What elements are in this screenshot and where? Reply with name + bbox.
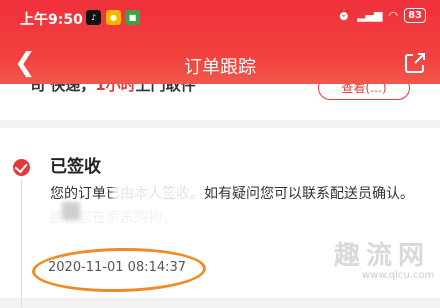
share-icon[interactable] — [402, 50, 428, 76]
redaction-blur — [113, 184, 201, 202]
signal-icon: ▂▄▆ — [357, 9, 383, 22]
redaction-blur — [62, 202, 80, 220]
alarm-icon: ⏰ — [337, 9, 352, 22]
highlight-annotation — [31, 246, 207, 294]
watermark-url: www.qlcu.com — [362, 270, 435, 281]
status-bar: 上午9:50 ♪ ● ■ ⏰ ▂▄▆ ◠ 83 — [0, 0, 440, 36]
view-button[interactable]: 查看(…) — [318, 84, 410, 100]
wifi-icon: ◠ — [388, 9, 399, 22]
battery-icon: 83 — [404, 8, 426, 23]
previous-tracking-entry: 司 快递，1小时上门取件 查看(…) — [0, 84, 440, 120]
page-title: 订单跟踪 — [184, 57, 256, 78]
status-icons: ⏰ ▂▄▆ ◠ 83 — [337, 8, 426, 23]
watermark-logo: 趣流网 — [334, 241, 431, 271]
previous-entry-text: 司 快递，1小时上门取件 — [30, 84, 196, 94]
tracking-status: 已签收 — [50, 157, 101, 177]
timeline-line — [21, 178, 22, 308]
tiktok-icon: ♪ — [86, 10, 101, 25]
status-time: 上午9:50 — [20, 12, 83, 28]
nav-bar: ❮ 订单跟踪 — [0, 44, 440, 84]
signed-status-icon — [13, 159, 30, 176]
app-notification-icon-2: ■ — [125, 10, 140, 25]
app-notification-icon: ● — [106, 10, 121, 25]
